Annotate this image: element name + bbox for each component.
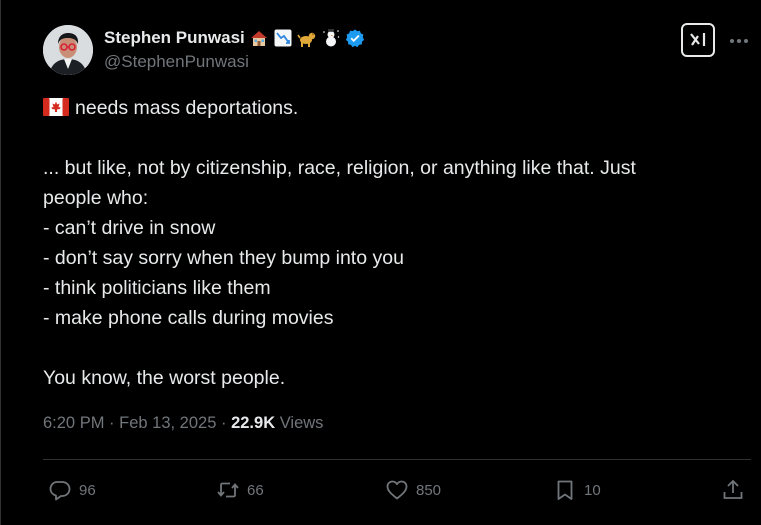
tweet-text: needs mass deportations. ... but like, n… [43,93,733,393]
share-button[interactable] [721,475,745,505]
tweet-date[interactable]: Feb 13, 2025 [119,414,216,432]
avatar[interactable] [43,25,93,75]
tweet-line: - think politicians like them [43,277,271,299]
tweet-meta: 6:20 PM · Feb 13, 2025 · 22.9K Views [43,414,323,433]
author-name-row[interactable]: Stephen Punwasi [104,26,365,50]
meta-separator: · [109,414,115,432]
panel-left-border [0,0,1,525]
dog-emoji [297,28,317,48]
bookmark-button[interactable]: 10 [553,475,601,505]
divider [43,459,751,460]
grok-icon[interactable] [681,23,715,57]
like-count: 850 [416,481,442,499]
tweet-time[interactable]: 6:20 PM [43,414,104,432]
tweet-line: - don’t say sorry when they bump into yo… [43,247,404,269]
action-bar: 96 66 850 10 [48,475,748,505]
tweet-line: ... but like, not by citizenship, race, … [43,157,636,179]
tweet-line: people who: [43,187,149,209]
bookmark-icon [553,478,577,502]
like-button[interactable]: 850 [385,475,441,505]
bookmark-count: 10 [584,481,601,499]
tweet-line: - can’t drive in snow [43,217,216,239]
reply-icon [48,478,72,502]
author-handle[interactable]: @StephenPunwasi [104,52,249,72]
repost-icon [216,478,240,502]
views-label: Views [279,414,324,432]
share-icon [721,478,745,502]
heart-icon [385,478,409,502]
verified-badge-icon[interactable] [345,28,365,48]
tweet-line: needs mass deportations. [43,93,733,123]
snowman-emoji [321,28,341,48]
reply-button[interactable]: 96 [48,475,96,505]
author-name[interactable]: Stephen Punwasi [104,28,245,48]
house-emoji [249,28,269,48]
reply-count: 96 [79,481,96,499]
tweet-line: - make phone calls during movies [43,307,334,329]
tweet-line: You know, the worst people. [43,367,286,389]
canada-flag-emoji [43,95,69,116]
meta-separator: · [220,414,227,432]
views-count: 22.9K [231,414,276,432]
tweet-line-text: needs mass deportations. [75,97,299,119]
more-options-icon[interactable] [728,32,750,50]
chart-decreasing-emoji [273,28,293,48]
repost-count: 66 [247,481,264,499]
repost-button[interactable]: 66 [216,475,264,505]
